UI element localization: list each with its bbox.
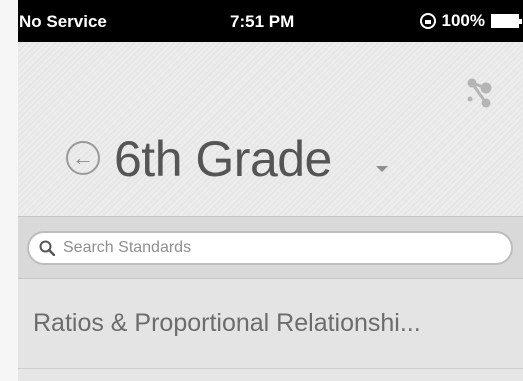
status-right: 100% [419, 11, 522, 31]
battery-percent: 100% [441, 11, 485, 30]
back-arrow-icon[interactable]: ← [66, 141, 100, 175]
list-item-label: Ratios & Proportional Relationshi... [33, 309, 421, 337]
battery-icon [491, 14, 522, 28]
page-title[interactable]: 6th Grade [114, 130, 332, 188]
search-input[interactable] [61, 238, 485, 258]
list-item[interactable]: Ratios & Proportional Relationshi... [18, 279, 523, 369]
chevron-down-icon[interactable] [376, 166, 388, 172]
list-area [18, 369, 523, 381]
search-field[interactable] [27, 231, 513, 265]
share-icon[interactable] [465, 76, 493, 110]
rotation-lock-icon [419, 13, 436, 29]
search-icon [39, 240, 55, 256]
search-bar [18, 216, 523, 279]
header: ← 6th Grade [18, 42, 523, 216]
app-screen: No Service 7:51 PM 100% ← 6th Grade Sear… [18, 0, 523, 381]
carrier-label: No Service [19, 12, 107, 31]
status-bar: No Service 7:51 PM 100% [18, 0, 523, 42]
status-time: 7:51 PM [230, 12, 295, 31]
